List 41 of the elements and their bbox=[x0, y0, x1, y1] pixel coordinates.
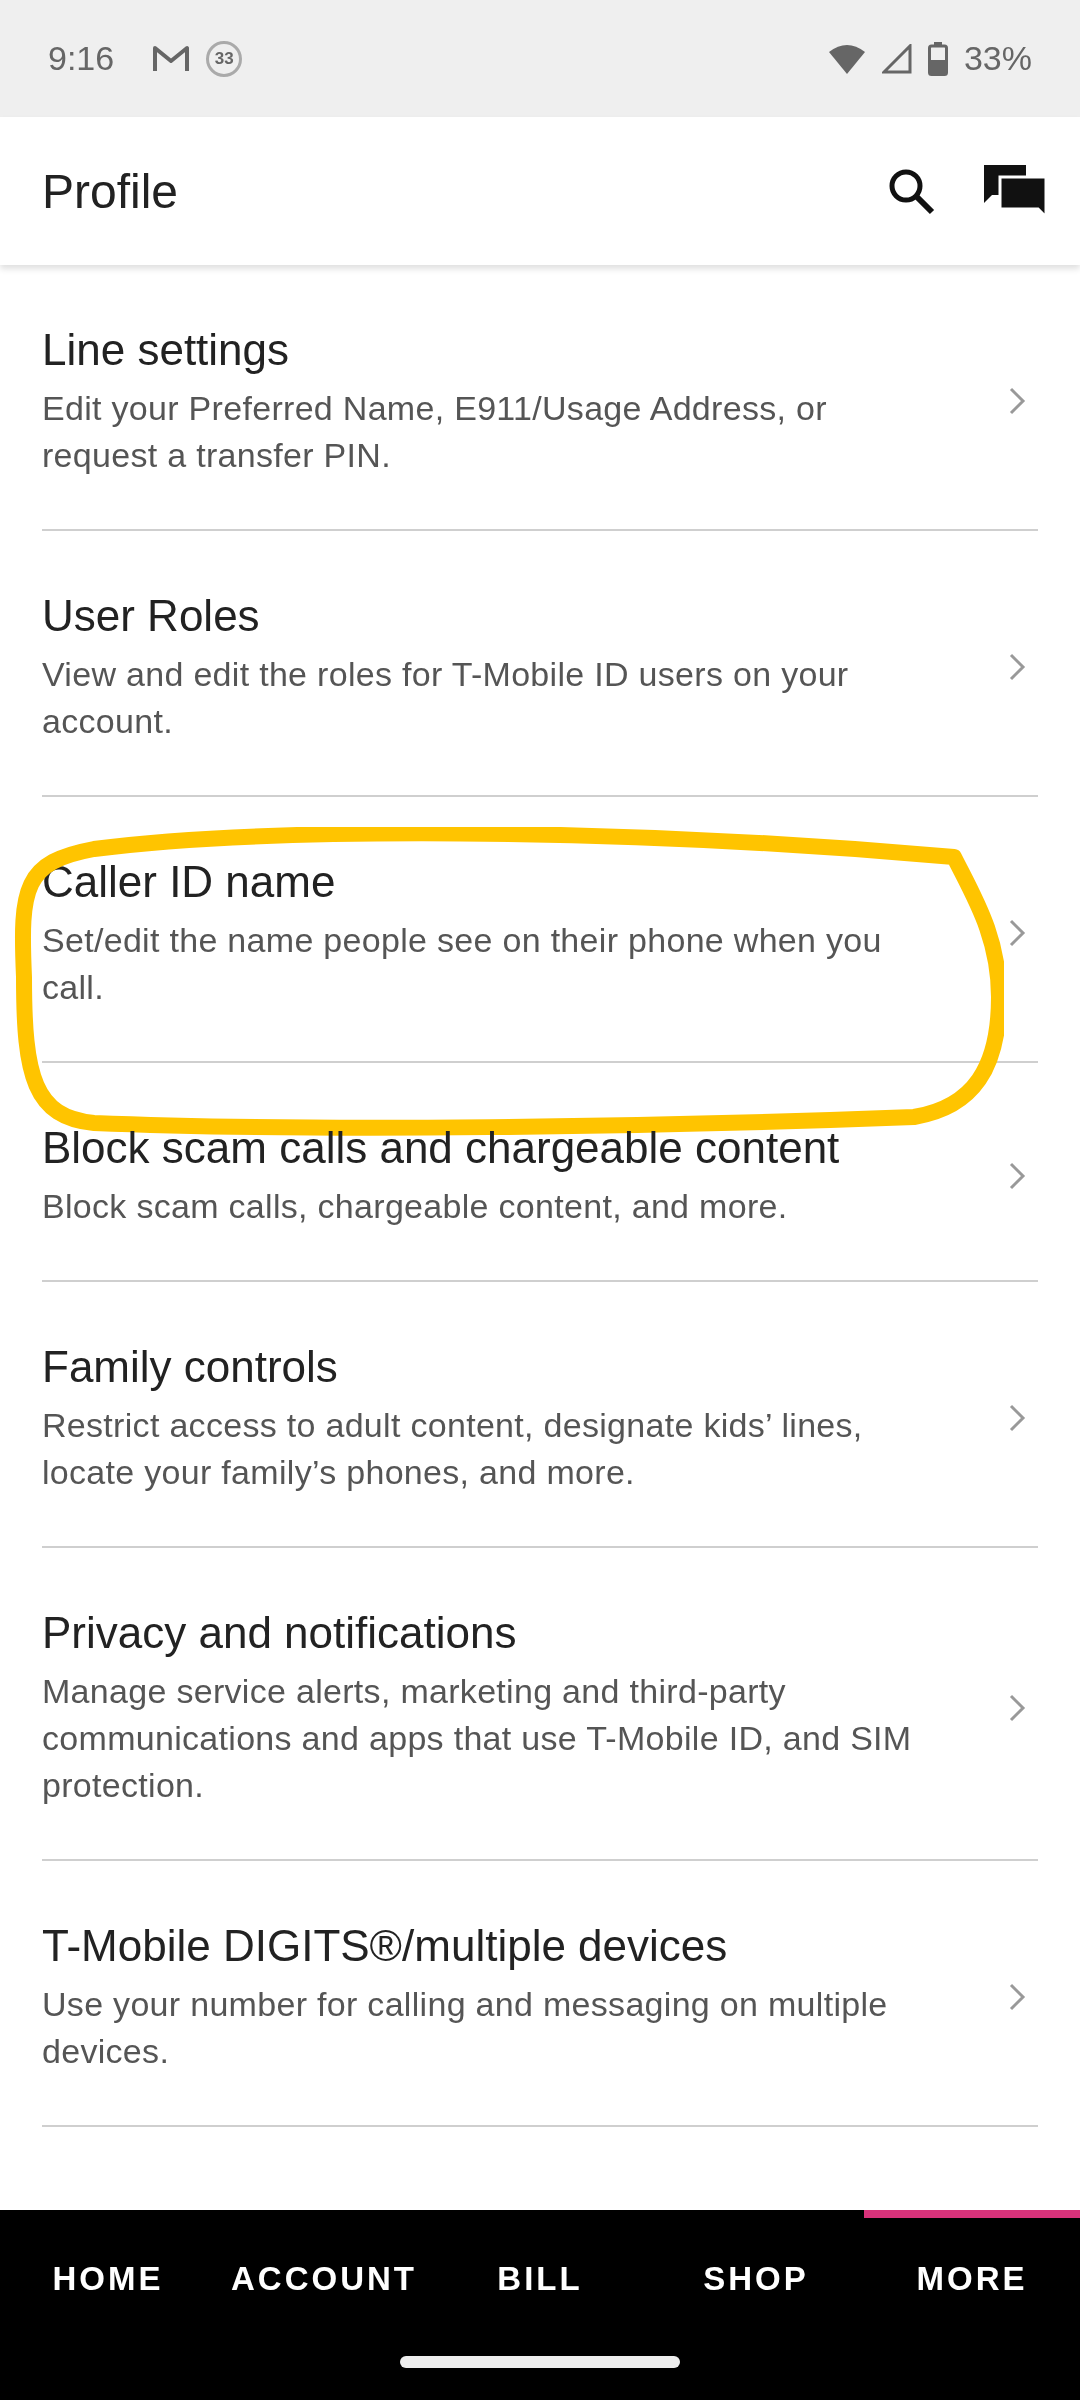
item-title: Caller ID name bbox=[42, 856, 337, 908]
nav-tab[interactable]: SHOP bbox=[648, 2210, 864, 2332]
item-description: Block scam calls, chargeable content, and more. bbox=[42, 1186, 789, 1227]
item-title: User Roles bbox=[42, 590, 261, 642]
settings-item[interactable]: Family controls Restrict access to adult content, designate kids’ lines, locate your family’s phones, and more. bbox=[42, 1282, 1038, 1548]
page-title: Profile bbox=[42, 163, 179, 219]
status-time: 9:16 bbox=[48, 39, 115, 78]
settings-item[interactable]: T-Mobile DIGITS®/multiple devices Use your number for calling and messaging on multiple devices. bbox=[42, 1861, 1038, 2127]
item-description: Use your number for calling and messaging on multiple devices. bbox=[42, 1984, 889, 2072]
item-description: Edit your Preferred Name, E911/Usage Address, or request a transfer PIN. bbox=[42, 388, 828, 476]
chevron-icon bbox=[1008, 652, 1026, 682]
notification-count: 33 bbox=[206, 40, 243, 77]
signal-icon bbox=[881, 43, 912, 74]
battery-percentage: 33% bbox=[963, 39, 1032, 78]
item-title: Line settings bbox=[42, 324, 291, 376]
chevron-icon bbox=[1008, 1982, 1026, 2012]
nav-tab[interactable]: HOME bbox=[0, 2210, 216, 2332]
chevron-icon bbox=[1008, 1692, 1026, 1723]
item-description: Manage service alerts, marketing and third-party communications and apps that use T-Mobile ID, and SIM protection. bbox=[42, 1671, 913, 1806]
chevron-icon bbox=[1008, 1160, 1026, 1191]
item-title: T-Mobile DIGITS®/multiple devices bbox=[42, 1920, 729, 1972]
battery-icon bbox=[927, 41, 948, 76]
chevron-icon bbox=[1008, 1403, 1026, 1433]
item-title: Family controls bbox=[42, 1341, 339, 1393]
chevron-icon bbox=[1008, 386, 1026, 416]
item-description: Set/edit the name people see on their phone when you call. bbox=[42, 920, 883, 1008]
nav-tab[interactable]: BILL bbox=[432, 2210, 648, 2332]
settings-item[interactable]: User Roles View and edit the roles for T-Mobile ID users on your account. bbox=[42, 531, 1038, 797]
settings-item[interactable]: Block scam calls and chargeable content Block scam calls, chargeable content, and more. bbox=[42, 1063, 1038, 1282]
chevron-icon bbox=[1008, 918, 1026, 948]
settings-item[interactable]: Caller ID name Set/edit the name people see on their phone when you call. bbox=[42, 797, 1038, 1063]
wifi-icon bbox=[827, 43, 866, 74]
settings-item[interactable]: Line settings Edit your Preferred Name, E911/Usage Address, or request a transfer PIN. bbox=[42, 265, 1038, 531]
item-description: Restrict access to adult content, designate kids’ lines, locate your family’s phones, and more. bbox=[42, 1405, 864, 1493]
item-title: Block scam calls and chargeable content bbox=[42, 1122, 841, 1174]
nav-tab[interactable]: ACCOUNT bbox=[216, 2210, 432, 2332]
mail-icon bbox=[152, 43, 191, 74]
item-title: Privacy and notifications bbox=[42, 1607, 518, 1659]
item-description: View and edit the roles for T-Mobile ID users on your account. bbox=[42, 654, 850, 742]
settings-item[interactable]: Privacy and notifications Manage service alerts, marketing and third-party communications and apps that use T-Mobile ID, and SIM protection. bbox=[42, 1548, 1038, 1861]
nav-tab[interactable]: MORE bbox=[864, 2210, 1080, 2332]
